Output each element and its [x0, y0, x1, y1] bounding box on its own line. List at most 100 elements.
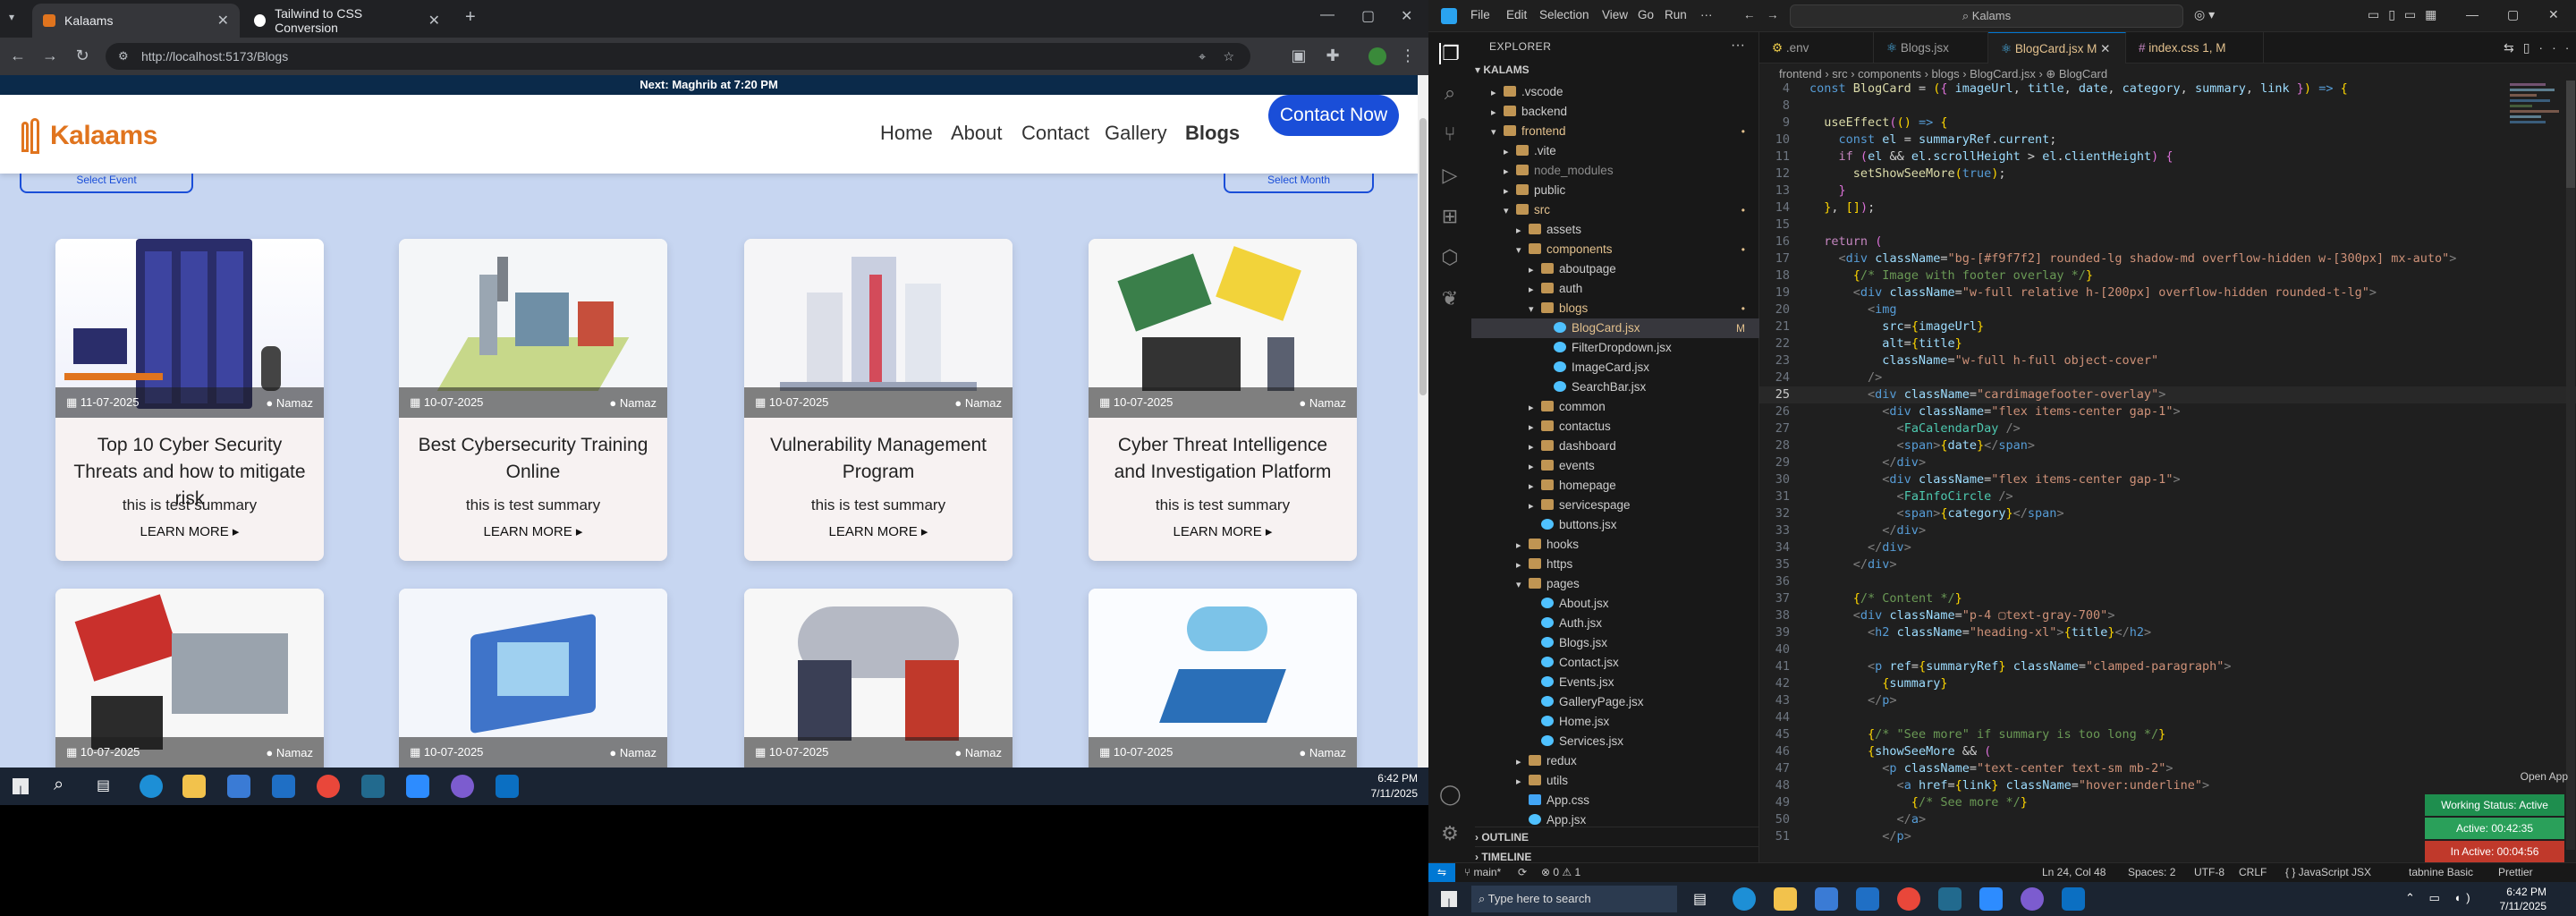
open-app-link[interactable]: Open App: [2425, 766, 2568, 787]
code-lines[interactable]: 4 const BlogCard = ({ imageUrl, title, da…: [1759, 81, 2576, 845]
code-line[interactable]: 9 useEffect(() => {: [1759, 114, 2576, 131]
minimize-icon[interactable]: —: [2466, 7, 2479, 21]
code-line[interactable]: 38 <div className="p-4 ▢text-gray-700">: [1759, 607, 2576, 624]
learn-more-link[interactable]: LEARN MORE ▸: [55, 523, 324, 539]
tree-item[interactable]: ▾ components •: [1471, 240, 1759, 259]
vscode-icon[interactable]: [496, 775, 519, 798]
run-debug-icon[interactable]: ▷: [1439, 165, 1461, 186]
github-desktop-icon[interactable]: [2021, 887, 2044, 911]
code-line[interactable]: 42 {summary}: [1759, 675, 2576, 692]
code-line[interactable]: 4 const BlogCard = ({ imageUrl, title, da…: [1759, 81, 2576, 98]
taskbar-clock[interactable]: 6:42 PM 7/11/2025: [2493, 885, 2547, 913]
tab-search-icon[interactable]: ▾: [9, 11, 14, 23]
blog-card[interactable]: ▦ 10-07-2025 ● Namaz Vulnerability Manage…: [744, 239, 1013, 561]
tree-item[interactable]: ImageCard.jsx: [1471, 358, 1759, 377]
tree-item[interactable]: ▸ backend: [1471, 102, 1759, 122]
select-month-dropdown[interactable]: Select Month: [1224, 174, 1374, 193]
remote-icon[interactable]: ⬡: [1439, 247, 1461, 268]
close-tab-icon[interactable]: ✕: [428, 12, 440, 30]
url-input[interactable]: ⚙ http://localhost:5173/Blogs ⌖ ☆: [106, 43, 1250, 70]
windows-start-icon[interactable]: [1441, 891, 1457, 907]
tree-item[interactable]: ▸ common: [1471, 397, 1759, 417]
tree-item[interactable]: Auth.jsx: [1471, 614, 1759, 633]
code-line[interactable]: 43 </p>: [1759, 692, 2576, 709]
maximize-icon[interactable]: ▢: [2507, 7, 2519, 22]
tray-icons[interactable]: ⌃ ▭ ◖): [2405, 891, 2476, 905]
prettier-status[interactable]: Prettier: [2498, 866, 2533, 878]
reload-icon[interactable]: ↻: [72, 47, 93, 65]
code-line[interactable]: 44: [1759, 709, 2576, 726]
scrollbar-thumb[interactable]: [1419, 118, 1427, 395]
nav-about[interactable]: About: [951, 122, 1003, 145]
tree-item[interactable]: ▸ servicespage: [1471, 496, 1759, 515]
tree-item[interactable]: ▸ hooks: [1471, 535, 1759, 555]
tree-item[interactable]: Home.jsx: [1471, 712, 1759, 732]
tree-item[interactable]: ▾ blogs •: [1471, 299, 1759, 318]
browser-tab-tailwind[interactable]: Tailwind to CSS Conversion ✕: [243, 4, 451, 38]
code-line[interactable]: 21 src={imageUrl}: [1759, 318, 2576, 335]
code-line[interactable]: 33 </div>: [1759, 522, 2576, 539]
code-line[interactable]: 23 className="w-full h-full object-cover…: [1759, 352, 2576, 369]
tab-blogcard-jsx[interactable]: ⚛ BlogCard.jsx M ✕: [1988, 32, 2126, 64]
cursor-position[interactable]: Ln 24, Col 48: [2042, 866, 2106, 878]
store-icon[interactable]: [1815, 887, 1838, 911]
menu-edit[interactable]: Edit: [1506, 8, 1527, 21]
close-tab-icon[interactable]: ✕: [2100, 42, 2110, 55]
more-menu-icon[interactable]: ⋮: [1397, 47, 1419, 65]
sync-icon[interactable]: ⟳: [1518, 866, 1527, 878]
learn-more-link[interactable]: LEARN MORE ▸: [399, 523, 667, 539]
location-icon[interactable]: ⌖: [1199, 43, 1206, 70]
taskbar-search-input[interactable]: ⌕ Type here to search: [1471, 886, 1677, 912]
back-arrow-icon[interactable]: ←: [1743, 8, 1756, 21]
tree-item[interactable]: GalleryPage.jsx: [1471, 692, 1759, 712]
nav-blogs[interactable]: Blogs: [1185, 122, 1240, 145]
code-line[interactable]: 12 setShowSeeMore(true);: [1759, 165, 2576, 182]
tree-item[interactable]: ▸ utils: [1471, 771, 1759, 791]
code-line[interactable]: 28 <span>{date}</span>: [1759, 437, 2576, 454]
site-logo[interactable]: Kalaams: [20, 118, 157, 154]
tab-blogs-jsx[interactable]: ⚛ Blogs.jsx: [1874, 32, 1988, 64]
code-line[interactable]: 41 <p ref={summaryRef} className="clampe…: [1759, 658, 2576, 675]
tree-item[interactable]: About.jsx: [1471, 594, 1759, 614]
code-line[interactable]: 24 />: [1759, 369, 2576, 386]
code-line[interactable]: 45 {/* "See more" if summary is too long…: [1759, 726, 2576, 743]
code-line[interactable]: 46 {showSeeMore && (: [1759, 743, 2576, 760]
remote-indicator[interactable]: ⇋: [1428, 863, 1455, 882]
search-icon[interactable]: ⌕: [54, 775, 64, 795]
tree-item[interactable]: ▸ homepage: [1471, 476, 1759, 496]
blog-card[interactable]: ▦ 10-07-2025 ● Namaz Best Cybersecurity T…: [399, 239, 667, 561]
edge-icon[interactable]: [140, 775, 163, 798]
menu-selection[interactable]: Selection: [1539, 8, 1589, 21]
tree-item[interactable]: ▾ src •: [1471, 200, 1759, 220]
menu-file[interactable]: File: [1470, 8, 1490, 21]
tree-item[interactable]: FilterDropdown.jsx: [1471, 338, 1759, 358]
code-line[interactable]: 30 <div className="flex items-center gap…: [1759, 471, 2576, 488]
code-line[interactable]: 31 <FaInfoCircle />: [1759, 488, 2576, 505]
tree-item[interactable]: Blogs.jsx: [1471, 633, 1759, 653]
explorer-icon[interactable]: ❐: [1439, 43, 1461, 64]
tab-env[interactable]: ⚙ .env: [1759, 32, 1874, 64]
forward-arrow-icon[interactable]: →: [1767, 8, 1779, 21]
search-icon[interactable]: ⌕: [1439, 82, 1461, 104]
tab-index-css[interactable]: # index.css 1, M: [2126, 32, 2264, 64]
code-line[interactable]: 34 </div>: [1759, 539, 2576, 556]
code-line[interactable]: 26 <div className="flex items-center gap…: [1759, 403, 2576, 420]
tree-item[interactable]: ▸ https: [1471, 555, 1759, 574]
tabnine-status[interactable]: tabnine Basic: [2409, 866, 2473, 878]
code-line[interactable]: 39 <h2 className="heading-xl">{title}</h…: [1759, 624, 2576, 641]
tree-item[interactable]: ▸ .vscode: [1471, 82, 1759, 102]
zoom-icon[interactable]: [1979, 887, 2003, 911]
code-line[interactable]: 20 <img: [1759, 301, 2576, 318]
extensions-icon[interactable]: ⊞: [1439, 206, 1461, 227]
extension-icon[interactable]: ▣: [1288, 47, 1309, 65]
taskbar-clock[interactable]: 6:42 PM 7/11/2025: [1371, 771, 1419, 802]
code-line[interactable]: 18 {/* Image with footer overlay */}: [1759, 267, 2576, 284]
extensions-puzzle-icon[interactable]: ✚: [1322, 47, 1343, 65]
file-explorer-icon[interactable]: [1774, 887, 1797, 911]
code-line[interactable]: 8: [1759, 98, 2576, 114]
tree-item[interactable]: ▸ auth: [1471, 279, 1759, 299]
windows-start-icon[interactable]: [13, 778, 29, 794]
problems-indicator[interactable]: ⊗ 0 ⚠ 1: [1541, 866, 1580, 878]
tree-item[interactable]: ▸ assets: [1471, 220, 1759, 240]
timeline-section[interactable]: › TIMELINE: [1475, 846, 1759, 863]
